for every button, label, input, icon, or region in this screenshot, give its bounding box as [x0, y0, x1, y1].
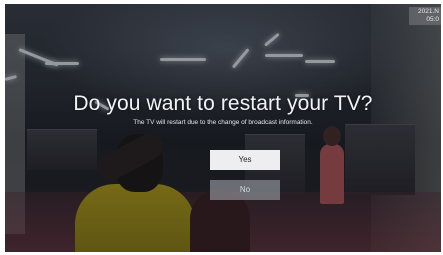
- tv-screen: 2021.N 05:0 Do you want to restart your …: [5, 4, 441, 252]
- dialog-overlay: [5, 4, 441, 252]
- yes-button[interactable]: Yes: [210, 150, 280, 170]
- clock-time: 05:0: [426, 16, 439, 23]
- clock: 2021.N 05:0: [409, 7, 441, 25]
- clock-date: 2021.N: [418, 8, 439, 15]
- dialog-title: Do you want to restart your TV?: [73, 92, 373, 115]
- dialog-message: The TV will restart due to the change of…: [133, 119, 313, 126]
- no-button[interactable]: No: [210, 180, 280, 200]
